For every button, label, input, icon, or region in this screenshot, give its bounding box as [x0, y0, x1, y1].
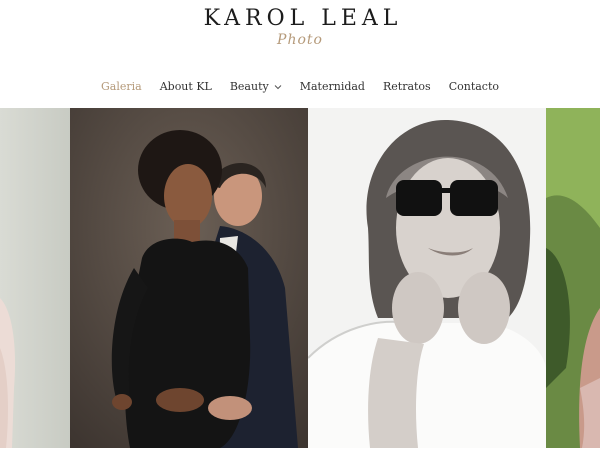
- photo-image: [308, 108, 546, 448]
- photo-image: [0, 108, 70, 448]
- photo-gallery: [0, 108, 600, 450]
- logo-tagline: Photo: [277, 32, 323, 48]
- nav-item-retratos[interactable]: Retratos: [374, 80, 440, 93]
- gallery-photo-right[interactable]: [546, 108, 600, 448]
- gallery-photo-sunglasses[interactable]: [308, 108, 546, 448]
- nav-item-beauty[interactable]: Beauty: [221, 80, 291, 93]
- gallery-photo-left[interactable]: [0, 108, 70, 448]
- nav-item-about[interactable]: About KL: [151, 80, 221, 93]
- nav-item-galeria[interactable]: Galeria: [92, 80, 151, 93]
- nav-item-label: Maternidad: [299, 80, 365, 93]
- nav-item-label: Galeria: [100, 80, 142, 93]
- chevron-down-icon: [274, 84, 282, 89]
- nav-item-label: Beauty: [229, 80, 269, 93]
- nav-item-maternidad[interactable]: Maternidad: [291, 80, 374, 93]
- nav-item-label: Retratos: [382, 80, 431, 93]
- photo-image: [546, 108, 600, 448]
- nav-item-contacto[interactable]: Contacto: [440, 80, 508, 93]
- logo-title: KAROL LEAL: [203, 6, 403, 31]
- nav-item-label: Contacto: [448, 80, 500, 93]
- gallery-photo-maternity[interactable]: [70, 108, 308, 448]
- photo-image: [70, 108, 308, 448]
- site-header: KAROL LEAL Photo Galeria About KL Beauty: [0, 0, 600, 108]
- nav-item-label: About KL: [159, 80, 212, 93]
- page: KAROL LEAL Photo Galeria About KL Beauty: [0, 0, 600, 450]
- site-logo[interactable]: KAROL LEAL Photo: [0, 4, 600, 60]
- main-navigation: Galeria About KL Beauty Maternidad Retra…: [0, 80, 600, 100]
